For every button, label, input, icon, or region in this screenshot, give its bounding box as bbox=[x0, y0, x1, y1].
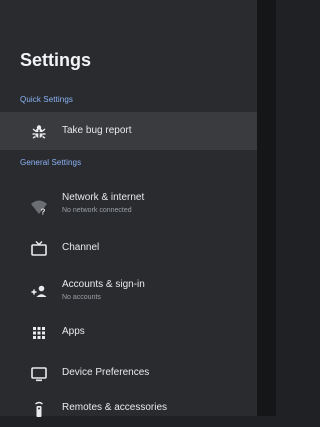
menu-item-label: Apps bbox=[62, 326, 85, 337]
add-account-icon bbox=[30, 282, 48, 300]
settings-panel: Settings Quick Settings Take bug report … bbox=[0, 0, 257, 417]
menu-item-label: Take bug report bbox=[62, 125, 132, 136]
menu-item-label: Network & internet bbox=[62, 192, 145, 203]
menu-item-sublabel: No accounts bbox=[62, 294, 101, 301]
tv-icon bbox=[30, 240, 48, 258]
menu-item-take-bug-report[interactable]: Take bug report bbox=[0, 112, 257, 150]
menu-item-channel[interactable]: Channel bbox=[0, 229, 257, 267]
menu-item-apps[interactable]: Apps bbox=[0, 313, 257, 351]
menu-item-label: Device Preferences bbox=[62, 367, 150, 378]
menu-item-sublabel: No network connected bbox=[62, 207, 132, 214]
menu-item-accounts-sign-in[interactable]: Accounts & sign-in No accounts bbox=[0, 271, 257, 309]
menu-item-device-preferences[interactable]: Device Preferences bbox=[0, 354, 257, 392]
svg-text:?: ? bbox=[41, 208, 46, 217]
monitor-icon bbox=[30, 365, 48, 383]
wifi-off-icon: ? bbox=[30, 198, 48, 216]
menu-item-label: Remotes & accessories bbox=[62, 402, 168, 413]
section-general-settings: General Settings bbox=[20, 158, 82, 167]
menu-item-label: Accounts & sign-in bbox=[62, 279, 145, 290]
background-edge bbox=[257, 0, 276, 416]
menu-item-label: Channel bbox=[62, 242, 100, 253]
section-quick-settings: Quick Settings bbox=[20, 95, 73, 104]
apps-grid-icon bbox=[30, 324, 48, 342]
menu-item-remotes-accessories[interactable]: Remotes & accessories bbox=[0, 389, 257, 427]
page-title: Settings bbox=[20, 50, 92, 70]
menu-item-network-internet[interactable]: ? Network & internet No network connecte… bbox=[0, 187, 257, 225]
remote-icon bbox=[30, 400, 48, 418]
bug-icon bbox=[30, 123, 48, 141]
